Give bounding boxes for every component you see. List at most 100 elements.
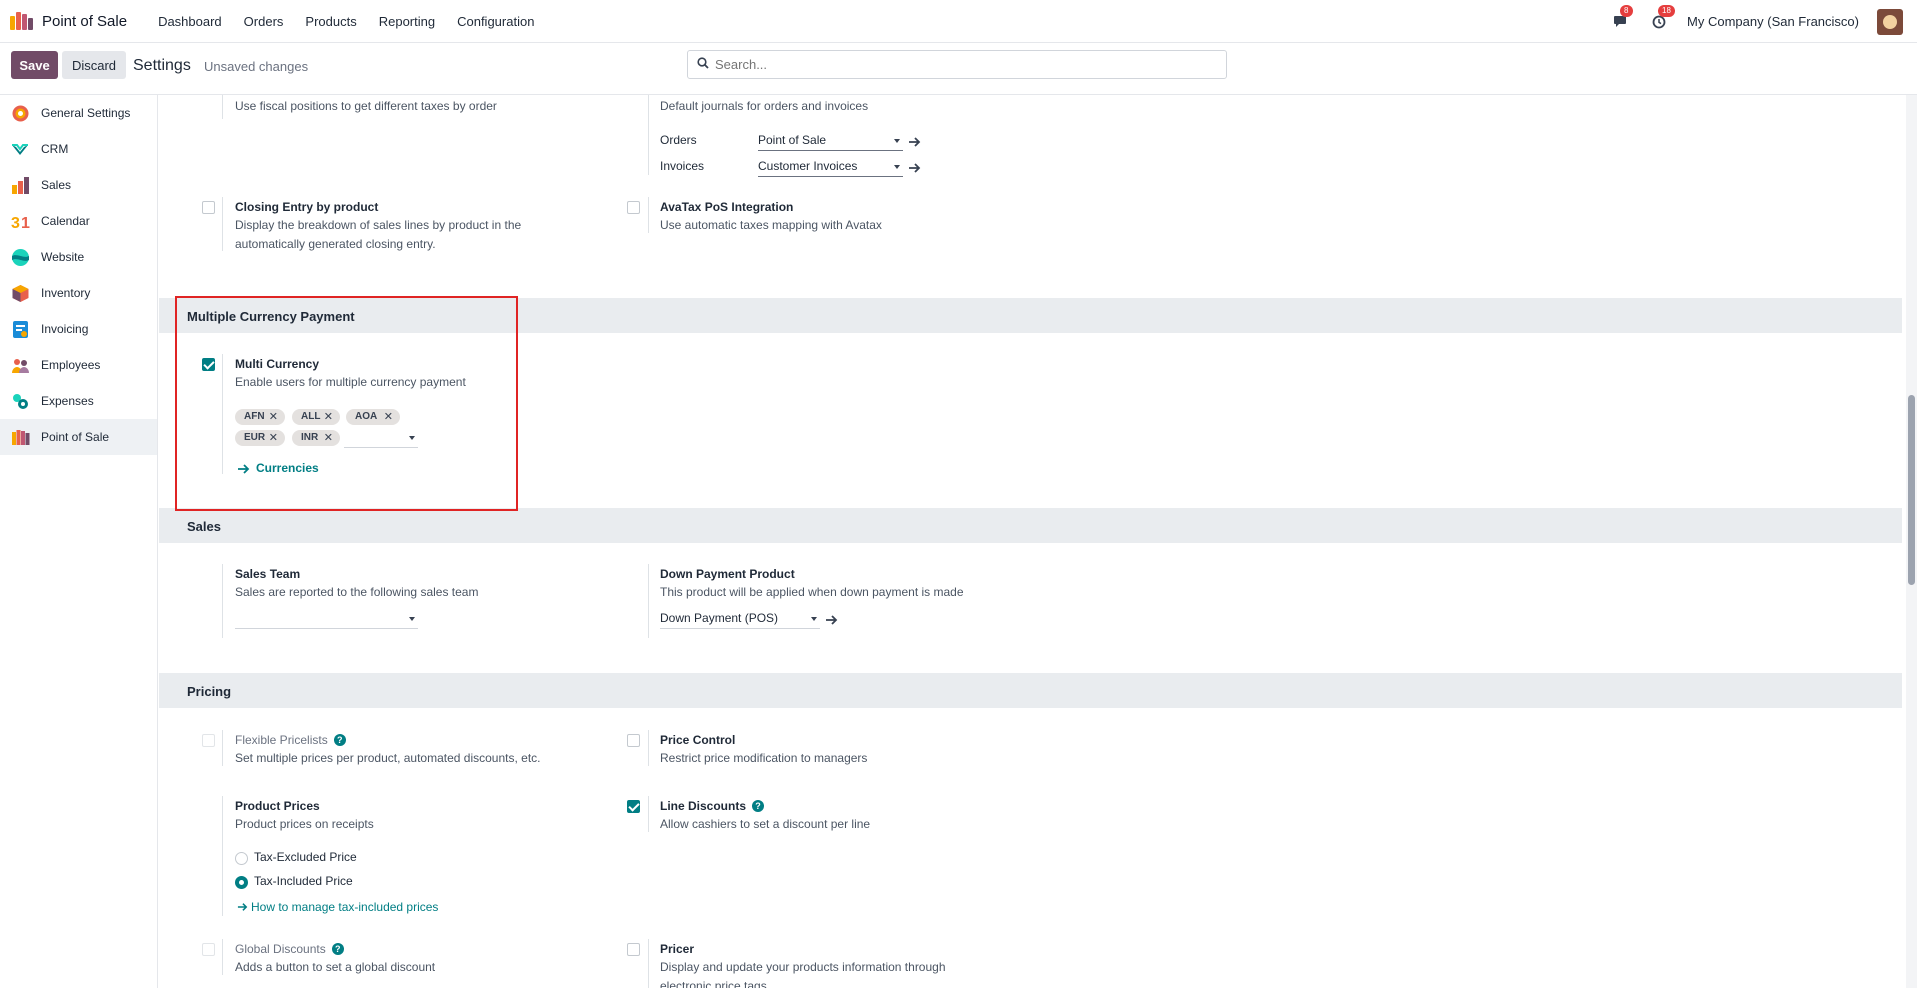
product-prices-title: Product Prices xyxy=(235,799,320,813)
orders-journal-value: Point of Sale xyxy=(758,133,827,147)
sales-team-title: Sales Team xyxy=(235,567,301,581)
chevron-down-icon xyxy=(811,617,817,621)
line-discounts-desc: Allow cashiers to set a discount per lin… xyxy=(660,817,871,831)
down-payment-title: Down Payment Product xyxy=(660,567,795,581)
sidebar-item-website[interactable]: Website xyxy=(0,239,157,275)
sidebar-item-label: Employees xyxy=(41,358,101,372)
scrollbar-thumb[interactable] xyxy=(1908,395,1915,585)
pos-app-icon[interactable] xyxy=(10,12,34,30)
global-discounts-checkbox[interactable] xyxy=(202,943,215,956)
invoices-journal-value: Customer Invoices xyxy=(758,159,858,173)
chat-icon[interactable]: 8 xyxy=(1611,4,1633,32)
tax-excluded-radio[interactable] xyxy=(235,852,248,865)
sidebar-item-inventory[interactable]: Inventory xyxy=(0,275,157,311)
unsaved-status: Unsaved changes xyxy=(204,59,309,74)
menu-configuration[interactable]: Configuration xyxy=(446,14,545,29)
save-button[interactable]: Save xyxy=(11,51,58,79)
sidebar-item-expenses[interactable]: Expenses xyxy=(0,383,157,419)
product-prices-desc: Product prices on receipts xyxy=(235,817,374,831)
avatax-checkbox[interactable] xyxy=(627,201,640,214)
sidebar-item-employees[interactable]: Employees xyxy=(0,347,157,383)
search-input[interactable] xyxy=(715,51,1215,78)
user-avatar[interactable] xyxy=(1877,8,1903,35)
down-payment-desc: This product will be applied when down p… xyxy=(660,585,964,599)
settings-sidebar: General Settings CRM Sales 31 Calendar W… xyxy=(0,95,158,988)
sidebar-item-crm[interactable]: CRM xyxy=(0,131,157,167)
invoicing-icon xyxy=(11,320,30,339)
avatax-desc: Use automatic taxes mapping with Avatax xyxy=(660,218,882,232)
closing-entry-desc: Display the breakdown of sales lines by … xyxy=(235,218,522,251)
tax-included-radio[interactable] xyxy=(235,876,248,889)
expenses-icon xyxy=(11,392,30,411)
help-icon[interactable]: ? xyxy=(752,800,765,812)
invoices-journal-link-icon[interactable] xyxy=(908,162,921,174)
pricer-checkbox[interactable] xyxy=(627,943,640,956)
sidebar-item-calendar[interactable]: 31 Calendar xyxy=(0,203,157,239)
activity-clock-icon[interactable]: 18 xyxy=(1649,4,1675,32)
sidebar-item-label: Sales xyxy=(41,178,72,192)
pricer-desc: Display and update your products informa… xyxy=(660,960,946,988)
sales-icon xyxy=(11,176,30,195)
down-payment-link-icon[interactable] xyxy=(825,614,838,626)
orders-journal-label: Orders xyxy=(660,133,697,147)
price-control-checkbox[interactable] xyxy=(627,734,640,747)
general-settings-icon xyxy=(11,104,30,123)
invoices-journal-label: Invoices xyxy=(660,159,705,173)
tax-excluded-label[interactable]: Tax-Excluded Price xyxy=(254,848,357,867)
menu-orders[interactable]: Orders xyxy=(233,14,295,29)
pricer-title: Pricer xyxy=(660,942,695,956)
main-navbar: Point of Sale Dashboard Orders Products … xyxy=(0,0,1917,43)
employees-icon xyxy=(11,356,30,375)
app-name[interactable]: Point of Sale xyxy=(42,13,127,30)
sidebar-item-label: Inventory xyxy=(41,286,91,300)
sidebar-item-label: Invoicing xyxy=(41,322,89,336)
invoices-journal-select[interactable]: Customer Invoices xyxy=(758,157,903,177)
svg-text:1: 1 xyxy=(21,215,30,231)
crm-icon xyxy=(11,140,30,159)
sidebar-item-label: Point of Sale xyxy=(41,430,110,444)
tax-included-help-link[interactable]: How to manage tax-included prices xyxy=(251,900,438,914)
line-discounts-title: Line Discounts? xyxy=(660,799,765,813)
help-icon[interactable]: ? xyxy=(333,734,346,746)
page-title: Settings xyxy=(133,57,191,74)
chevron-down-icon xyxy=(409,617,415,621)
menu-reporting[interactable]: Reporting xyxy=(368,14,446,29)
sales-section-header: Sales xyxy=(159,508,1902,543)
menu-dashboard[interactable]: Dashboard xyxy=(147,14,233,29)
settings-content: Use fiscal positions to get different ta… xyxy=(159,95,1902,988)
sidebar-item-general-settings[interactable]: General Settings xyxy=(0,95,157,131)
section-title: Sales xyxy=(187,519,221,534)
closing-entry-checkbox[interactable] xyxy=(202,201,215,214)
sidebar-item-invoicing[interactable]: Invoicing xyxy=(0,311,157,347)
calendar-icon: 31 xyxy=(11,212,30,232)
down-payment-value: Down Payment (POS) xyxy=(660,611,779,625)
sidebar-item-point-of-sale[interactable]: Point of Sale xyxy=(0,419,157,455)
global-discounts-title: Global Discounts? xyxy=(235,942,344,956)
line-discounts-checkbox[interactable] xyxy=(627,800,640,813)
sidebar-item-label: CRM xyxy=(41,142,69,156)
chevron-down-icon xyxy=(894,139,900,143)
top-menu: Dashboard Orders Products Reporting Conf… xyxy=(147,14,545,29)
flexible-pricelists-checkbox[interactable] xyxy=(202,734,215,747)
chevron-down-icon xyxy=(894,165,900,169)
website-icon xyxy=(11,248,30,267)
discard-button[interactable]: Discard xyxy=(62,51,126,79)
menu-products[interactable]: Products xyxy=(294,14,367,29)
help-icon[interactable]: ? xyxy=(331,943,344,955)
search-box[interactable] xyxy=(687,50,1227,79)
sales-team-select[interactable] xyxy=(235,609,418,629)
section-title: Pricing xyxy=(187,684,232,699)
company-switcher[interactable]: My Company (San Francisco) xyxy=(1687,14,1859,29)
tax-included-label[interactable]: Tax-Included Price xyxy=(254,872,353,891)
flexible-pricelists-title: Flexible Pricelists? xyxy=(235,733,346,747)
price-control-title: Price Control xyxy=(660,733,736,747)
sidebar-item-sales[interactable]: Sales xyxy=(0,167,157,203)
down-payment-select[interactable]: Down Payment (POS) xyxy=(660,609,820,629)
global-discounts-desc: Adds a button to set a global discount xyxy=(235,960,436,974)
orders-journal-link-icon[interactable] xyxy=(908,136,921,148)
flexible-pricelists-desc: Set multiple prices per product, automat… xyxy=(235,751,541,765)
sales-team-desc: Sales are reported to the following sale… xyxy=(235,585,479,599)
search-icon xyxy=(697,57,709,69)
price-control-desc: Restrict price modification to managers xyxy=(660,751,868,765)
orders-journal-select[interactable]: Point of Sale xyxy=(758,131,903,151)
